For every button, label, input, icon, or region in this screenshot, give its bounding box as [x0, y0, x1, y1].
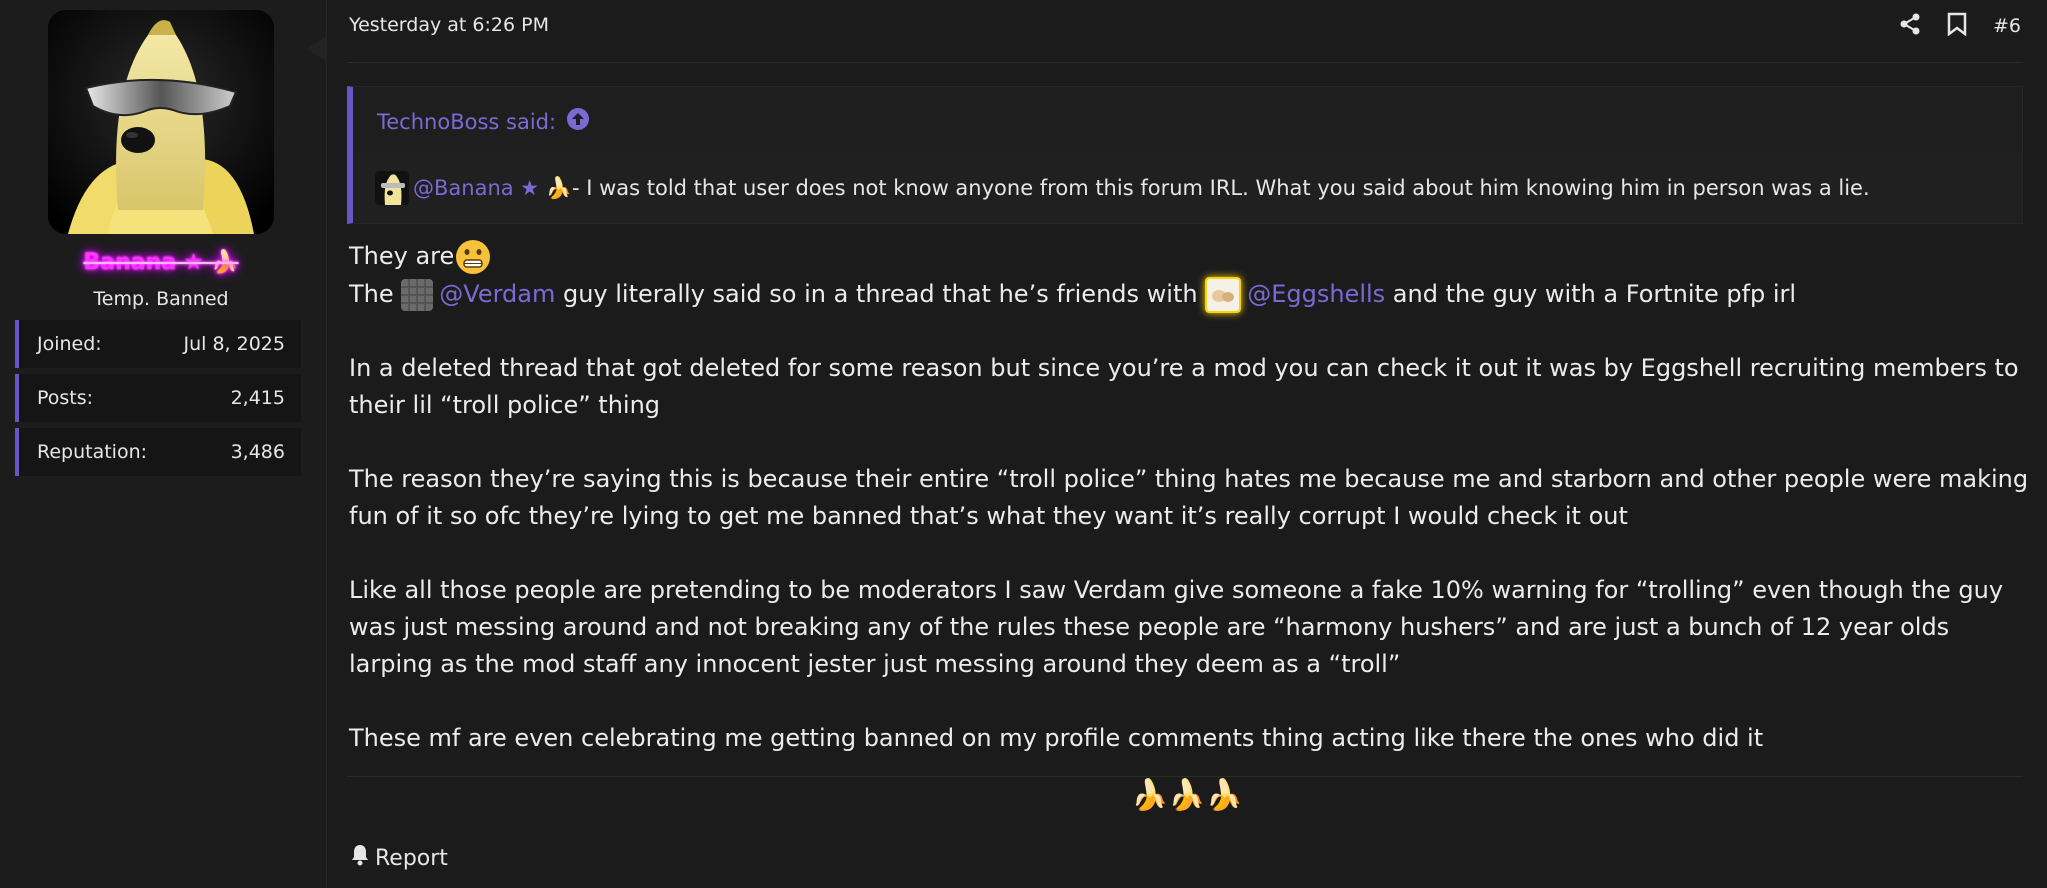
body-line-2-post: and the guy with a Fortnite pfp irl: [1385, 280, 1797, 308]
mention-banana[interactable]: @Banana ★ 🍌: [413, 176, 572, 201]
user-avatar[interactable]: [48, 10, 274, 234]
report-label[interactable]: Report: [375, 846, 448, 871]
mention-eggshells[interactable]: @Eggshells: [1247, 280, 1385, 308]
bookmark-icon[interactable]: [1947, 12, 1967, 40]
arrow-up-circle-icon[interactable]: [566, 107, 590, 136]
post-date[interactable]: Yesterday at 6:26 PM: [349, 14, 549, 36]
body-line-2-mid: guy literally said so in a thread that h…: [555, 280, 1206, 308]
user-title: Temp. Banned: [93, 288, 229, 310]
verdam-avatar: [401, 279, 434, 311]
mention-avatar: [375, 171, 409, 205]
body-line-2-pre: The: [349, 280, 402, 308]
username[interactable]: Banana ★ 🍌: [0, 250, 322, 275]
stat-joined: Joined: Jul 8, 2025: [15, 320, 301, 368]
stat-value: 2,415: [230, 387, 285, 409]
stat-reputation: Reputation: 3,486: [15, 428, 301, 476]
post-content: Yesterday at 6:26 PM #6 TechnoBoss said:…: [327, 0, 2047, 888]
eggshells-avatar: [1205, 277, 1242, 313]
body-paragraph: The reason they’re saying this is becaus…: [349, 465, 2029, 530]
report-button[interactable]: Report: [351, 844, 448, 872]
quote-text: - I was told that user does not know any…: [571, 176, 1870, 200]
body-paragraph: In a deleted thread that got deleted for…: [349, 354, 2019, 419]
stat-label: Joined:: [37, 333, 102, 355]
stat-label: Reputation:: [37, 441, 148, 463]
forum-post-page: Banana ★ 🍌 Temp. Banned Joined: Jul 8, 2…: [0, 0, 2047, 888]
stat-value: 3,486: [230, 441, 285, 463]
bell-icon: [351, 844, 369, 872]
grimace-emoji-icon: [454, 238, 492, 276]
post-actions: #6: [1899, 12, 2021, 40]
divider: [347, 62, 2023, 63]
user-info-panel: Banana ★ 🍌 Temp. Banned Joined: Jul 8, 2…: [0, 0, 327, 888]
body-line-1: They are: [349, 242, 455, 270]
quote-block: TechnoBoss said: @Banana ★ 🍌 - I was tol…: [347, 86, 2023, 224]
body-paragraph: These mf are even celebrating me getting…: [349, 724, 1764, 752]
signature-divider: [347, 776, 2023, 777]
quote-author[interactable]: TechnoBoss said:: [377, 110, 556, 134]
stat-value: Jul 8, 2025: [183, 333, 286, 355]
post-body: They are The @Verdam guy literally said …: [349, 238, 2039, 757]
post-number[interactable]: #6: [1993, 15, 2021, 37]
share-icon[interactable]: [1899, 13, 1921, 39]
stat-posts: Posts: 2,415: [15, 374, 301, 422]
signature: 🍌🍌🍌: [1130, 778, 1244, 813]
mention-verdam[interactable]: @Verdam: [439, 280, 555, 308]
post-pointer-arrow: [307, 36, 327, 62]
quote-header[interactable]: TechnoBoss said:: [377, 107, 590, 136]
body-paragraph: Like all those people are pretending to …: [349, 576, 2004, 678]
quote-body: @Banana ★ 🍌 - I was told that user does …: [353, 153, 2022, 223]
stat-label: Posts:: [37, 387, 94, 409]
